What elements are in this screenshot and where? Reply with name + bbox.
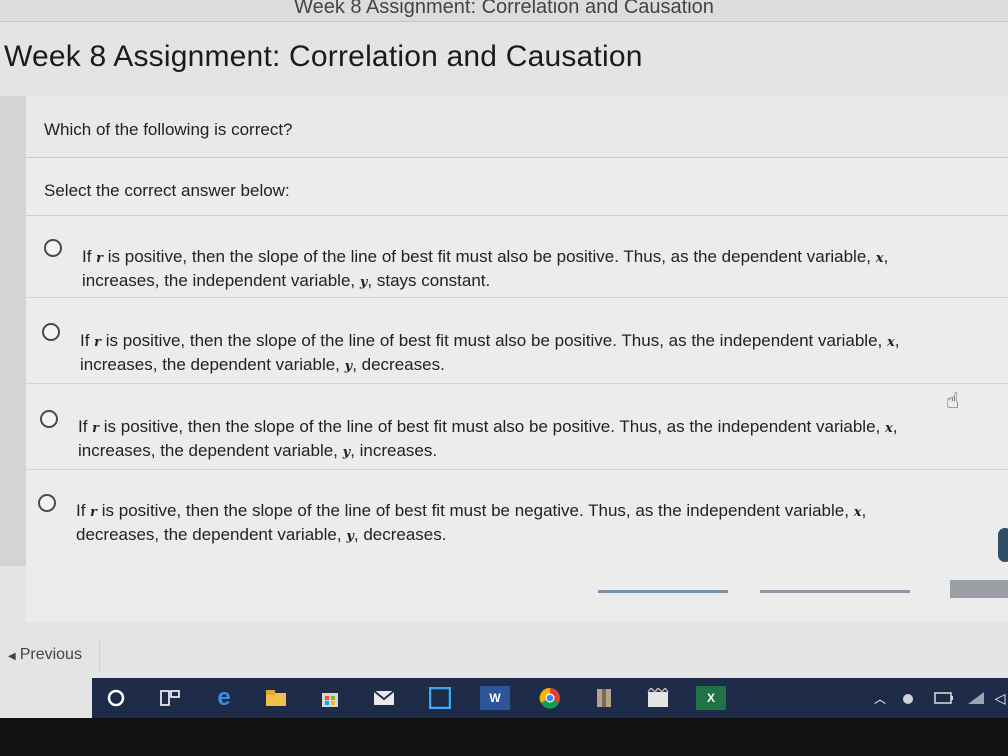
option-text: If r is positive, then the slope of the … [82,247,889,290]
network-icon[interactable] [896,686,920,710]
app-icon-3[interactable] [646,686,670,710]
task-view-icon[interactable] [158,686,182,710]
instruction-text: Select the correct answer below: [44,181,290,200]
file-explorer-icon[interactable] [264,686,288,710]
radio-button[interactable] [44,239,62,257]
previous-label: Previous [19,646,82,663]
battery-icon[interactable] [932,686,956,710]
app-icon-2[interactable] [592,686,616,710]
radio-button[interactable] [42,323,60,341]
chrome-icon[interactable] [538,686,562,710]
browser-tab-strip: Week 8 Assignment: Correlation and Causa… [0,0,1008,22]
mail-icon[interactable] [372,686,396,710]
option-text: If r is positive, then the slope of the … [78,417,898,460]
left-accent-bar [0,96,26,566]
secondary-action-button[interactable] [598,590,728,593]
side-scroll-handle[interactable] [998,528,1008,562]
previous-button[interactable]: ◀ Previous [0,640,100,672]
edge-icon[interactable]: e [212,684,236,711]
excel-icon[interactable]: X [696,686,726,710]
answer-option-b[interactable]: If r is positive, then the slope of the … [26,298,1008,384]
cortana-icon[interactable] [104,686,128,710]
hand-cursor-icon: ☝ [946,388,960,413]
radio-button[interactable] [40,410,58,428]
word-icon[interactable]: W [480,686,510,710]
chevron-up-icon[interactable]: ︿ [868,686,892,710]
chevron-left-icon: ◀ [8,651,16,662]
store-icon[interactable] [318,686,342,710]
action-bar [26,580,1008,598]
option-text: If r is positive, then the slope of the … [76,501,867,544]
radio-button[interactable] [38,494,56,512]
option-text: If r is positive, then the slope of the … [80,331,900,374]
more-instruction-button[interactable] [760,590,910,593]
screen-bezel [0,718,1008,756]
submit-button[interactable] [950,580,1008,598]
answer-option-d[interactable]: If r is positive, then the slope of the … [26,470,1008,556]
page-title: Week 8 Assignment: Correlation and Causa… [4,40,643,73]
answer-option-c[interactable]: If r is positive, then the slope of the … [26,384,1008,470]
tab-title: Week 8 Assignment: Correlation and Causa… [294,0,714,18]
volume-icon[interactable]: ◁ [988,686,1008,710]
answer-option-a[interactable]: If r is positive, then the slope of the … [26,216,1008,298]
taskbar: e W X ︿ ◁ [92,678,1008,718]
app-icon[interactable] [428,686,452,710]
question-text: Which of the following is correct? [44,120,293,139]
wifi-icon[interactable] [964,686,988,710]
